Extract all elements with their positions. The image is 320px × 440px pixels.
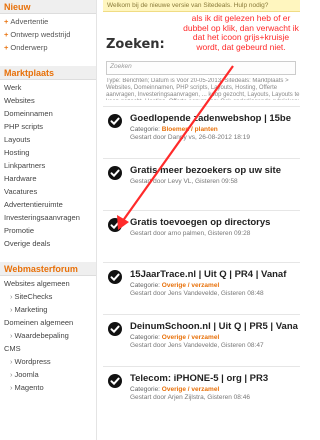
sidebar-item-marktplaats[interactable]: PHP scripts (4, 120, 92, 133)
sidebar-item-marktplaats[interactable]: Domeinnamen (4, 107, 92, 120)
chevron-right-icon: › (10, 357, 13, 366)
sidebar-item-marktplaats[interactable]: Investeringsaanvragen (4, 211, 92, 224)
result-row[interactable]: Telecom: iPHONE-5 | org | PR3 Categorie: … (103, 366, 300, 418)
read-status-icon[interactable] (108, 218, 122, 232)
sidebar-item-marktplaats[interactable]: Hosting (4, 146, 92, 159)
sidebar-item-forum[interactable]: Domeinen algemeen (4, 316, 92, 329)
result-title[interactable]: Goedlopende zadenwebshop | 15be (130, 113, 298, 124)
chevron-right-icon: › (10, 370, 13, 379)
plus-icon: + (4, 17, 9, 26)
result-row[interactable]: 15JaarTrace.nl | Uit Q | PR4 | Vanaf Cate… (103, 262, 300, 314)
result-title[interactable]: Gratis toevoegen op directorys (130, 217, 298, 228)
sidebar-item-marktplaats[interactable]: Overige deals (4, 237, 92, 250)
read-status-icon[interactable] (108, 270, 122, 284)
sidebar-item-marktplaats[interactable]: Advertentieruimte (4, 198, 92, 211)
sidebar-item-onderwerp[interactable]: + Onderwerp (4, 41, 92, 54)
read-status-icon[interactable] (108, 166, 122, 180)
page-title: Zoeken: (106, 37, 165, 52)
sidebar-list-nieuw: + Advertentie + Ontwerp wedstrijd + Onderwe… (0, 14, 96, 55)
category-link[interactable]: Overige / verzamel (162, 282, 219, 289)
result-category: Categorie: Overige / verzamel (130, 282, 220, 289)
result-category: Categorie: Overige / verzamel (130, 334, 220, 341)
sidebar-item-forum[interactable]: › SiteChecks (4, 290, 92, 303)
sidebar-item-marktplaats[interactable]: Vacatures (4, 185, 92, 198)
result-category: Categorie: Overige / verzamel (130, 386, 220, 393)
sidebar-item-ontwerp-wedstrijd[interactable]: + Ontwerp wedstrijd (4, 28, 92, 41)
read-status-icon[interactable] (108, 374, 122, 388)
category-link[interactable]: Bloemen / planten (162, 126, 218, 133)
annotation-text: als ik dit gelezen heb of er dubbel op k… (183, 13, 299, 52)
sidebar-item-marktplaats[interactable]: Hardware (4, 172, 92, 185)
result-row[interactable]: Goedlopende zadenwebshop | 15be Categorie… (103, 106, 300, 158)
result-meta: Gestart door arno palmen, Gisteren 09:28 (130, 230, 251, 237)
result-meta: Gestart door Arjen Zijlstra, Gisteren 08… (130, 394, 250, 401)
category-link[interactable]: Overige / verzamel (162, 334, 219, 341)
sidebar-item-forum[interactable]: › Waardebepaling (4, 329, 92, 342)
result-title[interactable]: 15JaarTrace.nl | Uit Q | PR4 | Vanaf (130, 269, 298, 280)
chevron-right-icon: › (10, 383, 13, 392)
category-link[interactable]: Overige / verzamel (162, 386, 219, 393)
result-category: Categorie: Bloemen / planten (130, 126, 218, 133)
sidebar-item-marktplaats[interactable]: Linkpartners (4, 159, 92, 172)
sidebar-header-nieuw: Nieuw (0, 0, 96, 14)
sidebar-item-advertentie[interactable]: + Advertentie (4, 15, 92, 28)
chevron-right-icon: › (10, 331, 13, 340)
read-status-icon[interactable] (108, 114, 122, 128)
sidebar-item-marktplaats[interactable]: Promotie (4, 224, 92, 237)
result-row[interactable]: Gratis meer bezoekers op uw site Gestart … (103, 158, 300, 210)
result-title[interactable]: Gratis meer bezoekers op uw site (130, 165, 298, 176)
chevron-right-icon: › (10, 305, 13, 314)
sidebar-header-webmasterforum: Webmasterforum (0, 262, 96, 276)
sidebar-item-forum[interactable]: › Joomla (4, 368, 92, 381)
result-meta: Gestart door Levy VL, Gisteren 09:58 (130, 178, 238, 185)
sidebar-item-marktplaats[interactable]: Websites (4, 94, 92, 107)
sidebar-item-marktplaats[interactable]: Layouts (4, 133, 92, 146)
sidebar: Nieuw + Advertentie + Ontwerp wedstrijd + O… (0, 0, 97, 440)
sidebar-item-forum[interactable]: › Marketing (4, 303, 92, 316)
sidebar-item-marktplaats[interactable]: Werk (4, 81, 92, 94)
sidebar-list-forum: Websites algemeen › SiteChecks › Marketing Do… (0, 276, 96, 395)
notice-bar: Welkom bij de nieuwe versie van Sitedeal… (103, 0, 300, 12)
sidebar-item-forum[interactable]: CMS (4, 342, 92, 355)
main-content: Zoeken: Zoeken Type: Berichten; Datum is… (103, 14, 300, 440)
sidebar-item-forum[interactable]: › Wordpress (4, 355, 92, 368)
result-meta: Gestart door Jens Vandevelde, Gisteren 0… (130, 290, 264, 297)
sidebar-list-marktplaats: Werk Websites Domeinnamen PHP scripts Layout… (0, 80, 96, 251)
result-meta: Gestart door Jens Vandevelde, Gisteren 0… (130, 342, 264, 349)
filter-description: Type: Berichten; Datum is Voor 20-05-201… (106, 78, 300, 100)
search-input[interactable]: Zoeken (106, 61, 296, 75)
result-row[interactable]: DeinumSchoon.nl | Uit Q | PR5 | Vanaf Cat… (103, 314, 300, 366)
result-title[interactable]: DeinumSchoon.nl | Uit Q | PR5 | Vanaf (130, 321, 298, 332)
sidebar-header-marktplaats: Marktplaats (0, 66, 96, 80)
sidebar-item-forum[interactable]: › Magento (4, 381, 92, 394)
sidebar-item-forum[interactable]: Websites algemeen (4, 277, 92, 290)
chevron-right-icon: › (10, 292, 13, 301)
plus-icon: + (4, 43, 9, 52)
read-status-icon[interactable] (108, 322, 122, 336)
result-row[interactable]: Gratis toevoegen op directorys Gestart do… (103, 210, 300, 262)
result-meta: Gestart door Danny vs, 26-08-2012 18:19 (130, 134, 250, 141)
plus-icon: + (4, 30, 9, 39)
result-title[interactable]: Telecom: iPHONE-5 | org | PR3 (130, 373, 298, 384)
